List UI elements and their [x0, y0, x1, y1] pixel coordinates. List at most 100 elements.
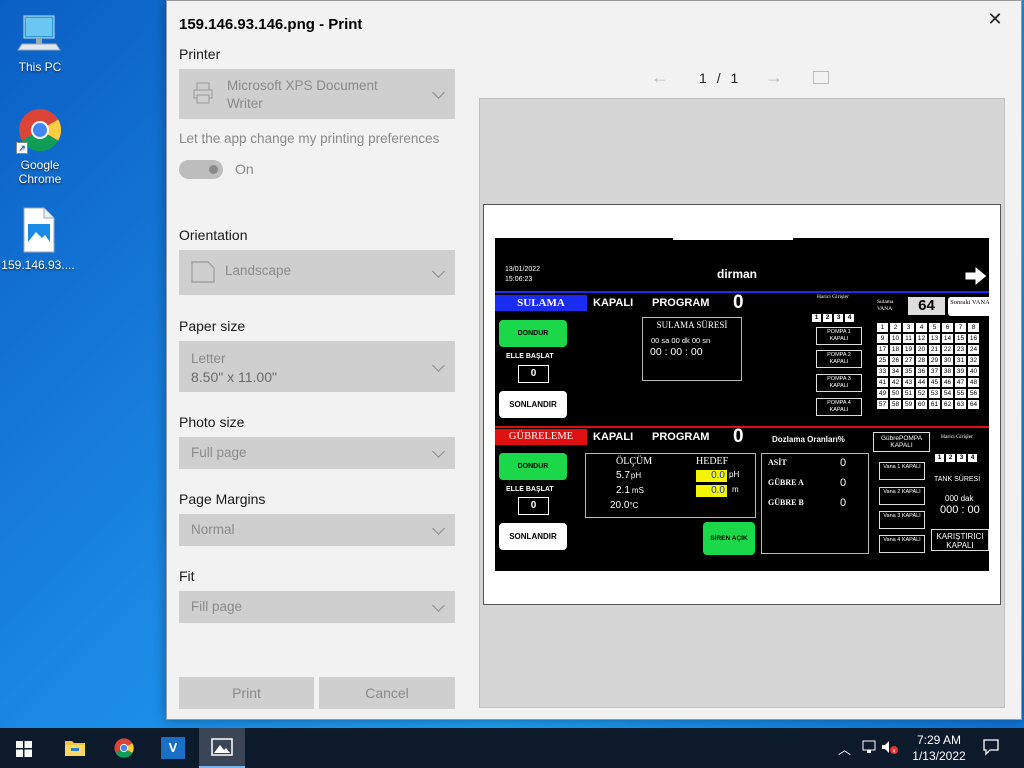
vana-cell[interactable]: 5: [929, 323, 940, 332]
vana-cell[interactable]: 56: [968, 389, 979, 398]
sulama-sonlandir-button[interactable]: SONLANDIR: [499, 391, 567, 418]
vana-cell[interactable]: 46: [942, 378, 953, 387]
vana-cell[interactable]: 21: [929, 345, 940, 354]
taskbar-chrome[interactable]: [101, 728, 147, 768]
vana-cell[interactable]: 39: [955, 367, 966, 376]
vana-cell[interactable]: 26: [890, 356, 901, 365]
vana-cell[interactable]: 57: [877, 400, 888, 409]
vana-cell[interactable]: 42: [890, 378, 901, 387]
vana-cell[interactable]: 52: [916, 389, 927, 398]
vana-cell[interactable]: 23: [955, 345, 966, 354]
vana-cell[interactable]: 13: [929, 334, 940, 343]
vana-cell[interactable]: 31: [955, 356, 966, 365]
vana-cell[interactable]: 30: [942, 356, 953, 365]
printer-select[interactable]: Microsoft XPS Document Writer: [179, 69, 455, 119]
vana-cell[interactable]: 35: [903, 367, 914, 376]
print-button[interactable]: Print: [179, 677, 314, 709]
paper-size-select[interactable]: Letter 8.50" x 11.00": [179, 341, 455, 392]
gubre-pompa-button[interactable]: GübrePOMPA KAPALI: [873, 432, 930, 452]
sulama-dondur-button[interactable]: DONDUR: [499, 320, 567, 347]
desktop-icon-this-pc[interactable]: This PC: [2, 8, 78, 74]
vana-cell[interactable]: 60: [916, 400, 927, 409]
fit-select[interactable]: Fill page: [179, 591, 455, 623]
taskbar-file-explorer[interactable]: [52, 728, 98, 768]
network-icon[interactable]: [861, 739, 879, 758]
sonraki-vana-button[interactable]: Sonraki VANA: [948, 297, 989, 316]
vana-cell[interactable]: 43: [903, 378, 914, 387]
vana-cell[interactable]: 24: [968, 345, 979, 354]
vana-cell[interactable]: 10: [890, 334, 901, 343]
vana-cell[interactable]: 6: [942, 323, 953, 332]
vana-cell[interactable]: 54: [942, 389, 953, 398]
notifications-icon[interactable]: [982, 738, 1000, 759]
desktop-icon-image-file[interactable]: 159.146.93....: [0, 206, 76, 272]
vana-cell[interactable]: 22: [942, 345, 953, 354]
vana-cell[interactable]: 27: [903, 356, 914, 365]
vana-cell[interactable]: 25: [877, 356, 888, 365]
gubre-vana-2-button[interactable]: Vana 2 KAPALI: [879, 487, 925, 505]
vana-cell[interactable]: 63: [955, 400, 966, 409]
vana-cell[interactable]: 14: [942, 334, 953, 343]
prev-page-button[interactable]: ←: [651, 67, 673, 87]
vana-cell[interactable]: 7: [955, 323, 966, 332]
gubre-vana-4-button[interactable]: Vana 4 KAPALI: [879, 535, 925, 553]
vana-cell[interactable]: 20: [916, 345, 927, 354]
vana-cell[interactable]: 33: [877, 367, 888, 376]
pompa-2-button[interactable]: POMPA 2 KAPALI: [816, 350, 862, 368]
vana-cell[interactable]: 41: [877, 378, 888, 387]
vana-cell[interactable]: 53: [929, 389, 940, 398]
pompa-4-button[interactable]: POMPA 4 KAPALI: [816, 398, 862, 416]
karistirici-button[interactable]: KARIŞTIRICI KAPALI: [931, 529, 989, 551]
vana-cell[interactable]: 36: [916, 367, 927, 376]
sulama-elle-value[interactable]: 0: [518, 365, 549, 383]
ec-target-value[interactable]: 0.0: [696, 485, 727, 497]
vana-cell[interactable]: 58: [890, 400, 901, 409]
vana-cell[interactable]: 48: [968, 378, 979, 387]
ph-target-value[interactable]: 0.0: [696, 470, 727, 482]
taskbar-photos[interactable]: [199, 728, 245, 768]
next-page-button[interactable]: →: [765, 67, 787, 87]
vana-cell[interactable]: 40: [968, 367, 979, 376]
vana-cell[interactable]: 16: [968, 334, 979, 343]
gubre-vana-1-button[interactable]: Vana 1 KAPALI: [879, 462, 925, 480]
gubre-vana-3-button[interactable]: Vana 3 KAPALI: [879, 511, 925, 529]
gubre-elle-value[interactable]: 0: [518, 497, 549, 515]
vana-cell[interactable]: 47: [955, 378, 966, 387]
vana-cell[interactable]: 61: [929, 400, 940, 409]
pompa-1-button[interactable]: POMPA 1 KAPALI: [816, 327, 862, 345]
vana-cell[interactable]: 59: [903, 400, 914, 409]
vana-cell[interactable]: 11: [903, 334, 914, 343]
vana-cell[interactable]: 32: [968, 356, 979, 365]
volume-muted-icon[interactable]: x: [880, 739, 898, 758]
start-button[interactable]: [0, 728, 46, 768]
gubre-sonlandir-button[interactable]: SONLANDIR: [499, 523, 567, 550]
clock[interactable]: 7:29 AM 1/13/2022: [908, 732, 970, 764]
vana-cell[interactable]: 2: [890, 323, 901, 332]
vana-cell[interactable]: 37: [929, 367, 940, 376]
vana-cell[interactable]: 4: [916, 323, 927, 332]
vana-cell[interactable]: 55: [955, 389, 966, 398]
vana-cell[interactable]: 51: [903, 389, 914, 398]
show-hidden-icons-button[interactable]: ︿: [838, 739, 851, 758]
fit-to-window-button[interactable]: [813, 71, 829, 84]
close-button[interactable]: ✕: [983, 8, 1007, 32]
vana-cell[interactable]: 17: [877, 345, 888, 354]
cancel-button[interactable]: Cancel: [319, 677, 455, 709]
siren-button[interactable]: SİREN AÇIK: [703, 522, 755, 555]
vana-cell[interactable]: 3: [903, 323, 914, 332]
taskbar-vnc[interactable]: V: [150, 728, 196, 768]
vana-cell[interactable]: 12: [916, 334, 927, 343]
vana-cell[interactable]: 28: [916, 356, 927, 365]
desktop-icon-chrome[interactable]: ↗ Google Chrome: [2, 106, 78, 186]
vana-cell[interactable]: 15: [955, 334, 966, 343]
vana-cell[interactable]: 38: [942, 367, 953, 376]
app-change-toggle[interactable]: [179, 160, 223, 179]
vana-cell[interactable]: 34: [890, 367, 901, 376]
vana-cell[interactable]: 50: [890, 389, 901, 398]
photo-size-select[interactable]: Full page: [179, 437, 455, 469]
page-margins-select[interactable]: Normal: [179, 514, 455, 546]
vana-cell[interactable]: 49: [877, 389, 888, 398]
orientation-select[interactable]: Landscape: [179, 250, 455, 295]
vana-cell[interactable]: 44: [916, 378, 927, 387]
gubre-dondur-button[interactable]: DONDUR: [499, 453, 567, 480]
